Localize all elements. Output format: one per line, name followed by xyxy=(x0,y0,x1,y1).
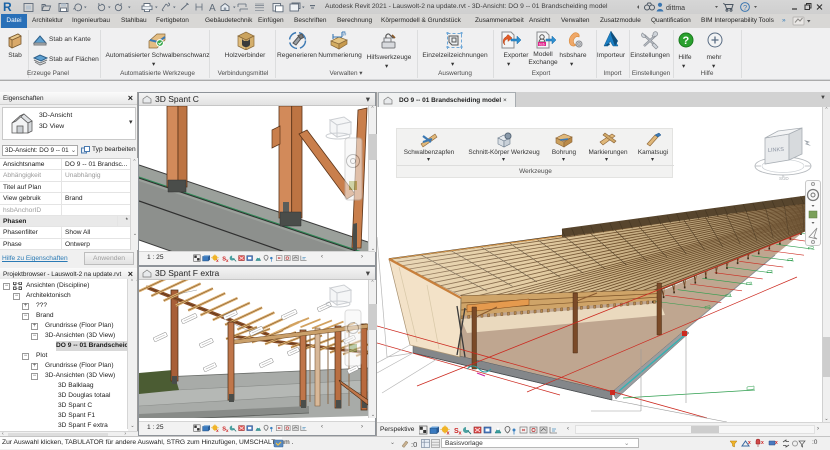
svg-text::0: :0 xyxy=(411,440,417,449)
svg-text:dittma: dittma xyxy=(666,5,685,12)
svg-text:x: x xyxy=(216,258,219,263)
svg-text:?: ? xyxy=(683,35,690,47)
svg-text:#: # xyxy=(343,32,347,38)
svg-text:x: x xyxy=(226,258,229,263)
svg-text:x: x xyxy=(216,428,219,433)
svg-text:x: x xyxy=(748,440,751,446)
svg-text:LINKS: LINKS xyxy=(768,147,785,154)
svg-text:A: A xyxy=(209,3,216,13)
svg-text:x: x xyxy=(226,428,229,433)
svg-text:x: x xyxy=(775,440,778,446)
svg-text:SÜD: SÜD xyxy=(779,175,789,181)
svg-text:hsb: hsb xyxy=(539,43,545,47)
svg-text:x: x xyxy=(761,440,764,446)
svg-text:?: ? xyxy=(743,3,747,12)
